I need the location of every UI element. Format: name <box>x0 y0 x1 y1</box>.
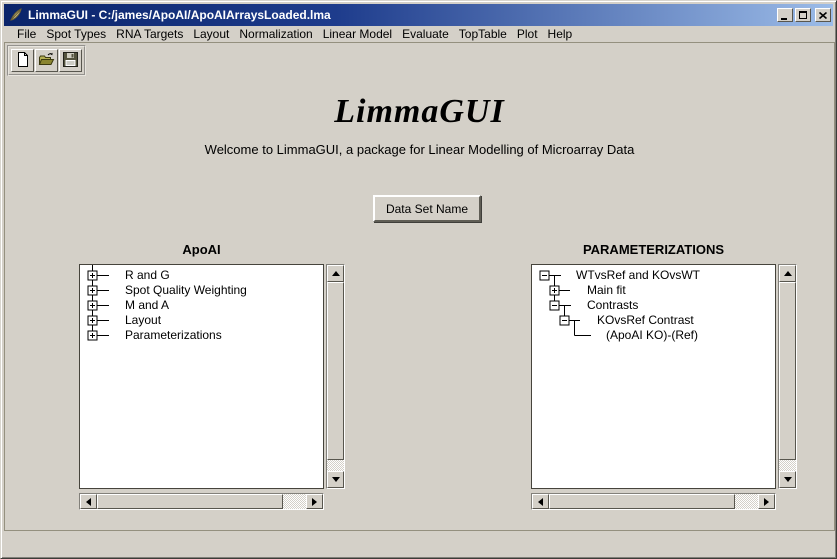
app-window: LimmaGUI - C:/james/ApoAI/ApoAIArraysLoa… <box>0 0 837 559</box>
menu-item-toptable[interactable]: TopTable <box>454 26 512 42</box>
tree-node-kovsref-contrast[interactable]: KOvsRef Contrast <box>597 313 694 328</box>
new-file-button[interactable] <box>11 49 34 72</box>
tree-node-layout[interactable]: Layout <box>125 313 161 328</box>
toolbar <box>7 45 86 76</box>
tree-node-spot-quality-weighting[interactable]: Spot Quality Weighting <box>125 283 247 298</box>
parameterizations-panel: PARAMETERIZATIONS <box>531 242 797 264</box>
parameterizations-tree[interactable]: WTvsRef and KOvsWT Main fit Contrasts KO… <box>531 264 776 489</box>
menubar: File Spot Types RNA Targets Layout Norma… <box>4 26 833 42</box>
page-subtitle: Welcome to LimmaGUI, a package for Linea… <box>5 142 834 157</box>
apoai-panel: ApoAI <box>79 242 345 264</box>
scroll-right-icon[interactable] <box>758 494 775 509</box>
apoai-tree[interactable]: R and G Spot Quality Weighting M and A L… <box>79 264 324 489</box>
expand-toggle-r-and-g[interactable] <box>88 271 97 280</box>
window-controls <box>777 8 831 22</box>
tree-node-wtvsref-and-kovswt[interactable]: WTvsRef and KOvsWT <box>576 268 700 283</box>
scroll-up-icon[interactable] <box>779 265 796 282</box>
tree-node-r-and-g[interactable]: R and G <box>125 268 170 283</box>
parameterizations-horizontal-scrollbar[interactable] <box>531 493 776 510</box>
tree-connector-lines <box>532 265 776 489</box>
apoai-vertical-scrollbar[interactable] <box>326 264 345 489</box>
save-file-button[interactable] <box>59 49 82 72</box>
menu-item-linear-model[interactable]: Linear Model <box>318 26 397 42</box>
tree-node-apoai-ko-ref[interactable]: (ApoAI KO)-(Ref) <box>606 328 698 343</box>
window-title: LimmaGUI - C:/james/ApoAI/ApoAIArraysLoa… <box>28 8 777 22</box>
apoai-panel-header: ApoAI <box>79 242 324 260</box>
vertical-scroll-thumb[interactable] <box>779 282 796 460</box>
new-document-icon <box>14 51 31 71</box>
expand-toggle-parameterizations[interactable] <box>88 331 97 340</box>
vertical-scroll-thumb[interactable] <box>327 282 344 460</box>
scroll-left-icon[interactable] <box>532 494 549 509</box>
scroll-down-icon[interactable] <box>779 471 796 488</box>
open-file-button[interactable] <box>35 49 58 72</box>
tree-node-parameterizations[interactable]: Parameterizations <box>125 328 222 343</box>
scroll-up-icon[interactable] <box>327 265 344 282</box>
page-title: LimmaGUI <box>5 93 834 131</box>
expand-toggle-m-and-a[interactable] <box>88 301 97 310</box>
apoai-horizontal-scrollbar[interactable] <box>79 493 324 510</box>
feather-icon <box>8 7 24 23</box>
collapse-toggle-kovsref-contrast[interactable] <box>560 316 569 325</box>
expand-toggle-spot-quality-weighting[interactable] <box>88 286 97 295</box>
menu-item-evaluate[interactable]: Evaluate <box>397 26 454 42</box>
expand-toggle-layout[interactable] <box>88 316 97 325</box>
minimize-icon[interactable] <box>777 8 793 22</box>
expand-toggle-main-fit[interactable] <box>550 286 559 295</box>
close-icon[interactable] <box>815 8 831 22</box>
tree-node-m-and-a[interactable]: M and A <box>125 298 169 313</box>
save-floppy-icon <box>62 51 79 71</box>
parameterizations-vertical-scrollbar[interactable] <box>778 264 797 489</box>
tree-node-contrasts[interactable]: Contrasts <box>587 298 638 313</box>
menu-item-normalization[interactable]: Normalization <box>234 26 317 42</box>
menu-item-spot-types[interactable]: Spot Types <box>41 26 111 42</box>
maximize-icon[interactable] <box>795 8 811 22</box>
titlebar[interactable]: LimmaGUI - C:/james/ApoAI/ApoAIArraysLoa… <box>4 4 833 26</box>
horizontal-scroll-thumb[interactable] <box>549 494 735 509</box>
tree-node-main-fit[interactable]: Main fit <box>587 283 626 298</box>
tree-connector-lines <box>80 265 324 489</box>
data-set-name-button[interactable]: Data Set Name <box>373 195 481 222</box>
menu-item-rna-targets[interactable]: RNA Targets <box>111 26 188 42</box>
menu-item-help[interactable]: Help <box>543 26 578 42</box>
menu-item-file[interactable]: File <box>12 26 41 42</box>
horizontal-scroll-thumb[interactable] <box>97 494 283 509</box>
collapse-toggle-wtvsref-and-kovswt[interactable] <box>540 271 549 280</box>
scroll-down-icon[interactable] <box>327 471 344 488</box>
scroll-left-icon[interactable] <box>80 494 97 509</box>
menu-item-layout[interactable]: Layout <box>188 26 234 42</box>
menu-item-plot[interactable]: Plot <box>512 26 543 42</box>
scroll-right-icon[interactable] <box>306 494 323 509</box>
parameterizations-panel-header: PARAMETERIZATIONS <box>531 242 776 260</box>
content-frame: LimmaGUI Welcome to LimmaGUI, a package … <box>4 42 835 531</box>
collapse-toggle-contrasts[interactable] <box>550 301 559 310</box>
open-folder-icon <box>38 51 55 71</box>
